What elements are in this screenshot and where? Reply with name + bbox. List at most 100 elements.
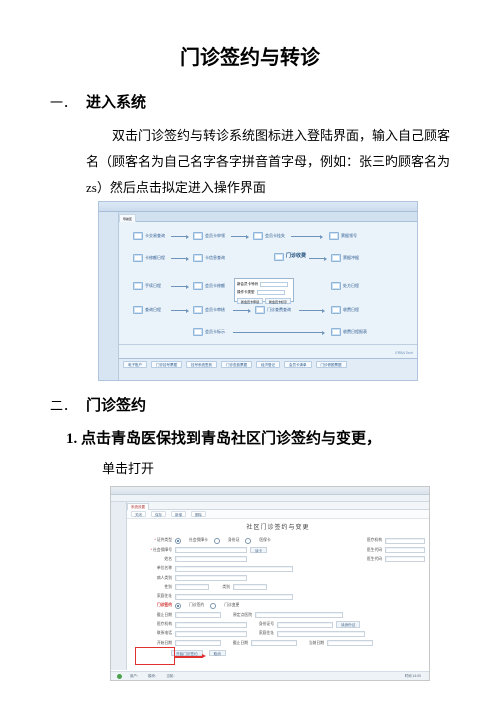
- fbtn-card-list[interactable]: 会员卡清单: [284, 361, 312, 368]
- radio-change[interactable]: [210, 603, 216, 609]
- s2-left-panel: [111, 502, 127, 670]
- inp-addr2[interactable]: [277, 631, 365, 637]
- toolbar-save[interactable]: 保存: [151, 511, 166, 517]
- popup-btn-mark[interactable]: 新会员卡标示: [265, 298, 291, 304]
- arrow-icon: [171, 286, 187, 287]
- inp-curr[interactable]: [327, 640, 373, 646]
- node-outpatient-fee[interactable]: 门诊收费: [274, 252, 306, 261]
- s1-titlebar: [99, 202, 417, 212]
- inp-start[interactable]: [175, 640, 221, 646]
- inp-doccode[interactable]: [385, 547, 425, 553]
- form-title: 社区门诊签约与变更: [131, 523, 425, 534]
- lab-unit: 单位名称: [131, 565, 175, 572]
- inp-name[interactable]: [175, 556, 247, 562]
- status-time: 时间 14:00: [405, 673, 421, 679]
- inp-idno[interactable]: [277, 622, 333, 628]
- fbtn-econ-reg[interactable]: 经济登记: [256, 361, 280, 368]
- section-1-body: 双击门诊签约与转诊系统图标进入登陆界面，输入自己顾客名（顾客名为自己名字各字拼音…: [86, 123, 450, 201]
- toolbar-close[interactable]: 关闭: [131, 511, 146, 517]
- lab-addr2: 家庭住址: [247, 630, 277, 637]
- inp-instcode[interactable]: [385, 538, 425, 544]
- fbtn-reg-ticket[interactable]: 门诊挂号票据: [151, 361, 182, 368]
- node-fee-query[interactable]: 门诊查费查询: [255, 306, 291, 314]
- node-card-loss[interactable]: 会员卡挂失: [253, 232, 285, 240]
- node-proc-log[interactable]: 手续日程: [133, 282, 161, 290]
- section-1-heading: 一． 进入系统: [50, 90, 450, 117]
- arrow-icon: [231, 236, 247, 237]
- node-card-limit-log[interactable]: 卡修额日程: [133, 254, 165, 262]
- inp-doccode2[interactable]: [385, 556, 425, 562]
- btn-readcard[interactable]: 读卡: [250, 547, 267, 554]
- printer-icon: [329, 232, 339, 240]
- inp-category[interactable]: [233, 584, 267, 590]
- node-rx-log[interactable]: 处方日程: [331, 282, 359, 290]
- radio-sscard-label: 社会保障卡: [189, 537, 208, 544]
- lab-opts: 门诊签约: [131, 602, 175, 609]
- node-card-limit[interactable]: 会员卡修额: [193, 282, 225, 290]
- document-icon: [133, 254, 143, 262]
- document-icon: [193, 254, 203, 262]
- popup-btn-apply[interactable]: 新会员卡申领: [237, 298, 263, 304]
- popup-input-cardtype[interactable]: [257, 290, 285, 295]
- section-1-title: 进入系统: [86, 90, 146, 117]
- lab-exp: 截止日期: [131, 612, 175, 619]
- popup-input-cardno[interactable]: [260, 282, 288, 287]
- inp-phone[interactable]: [175, 631, 247, 637]
- document-icon: [193, 306, 203, 314]
- toolbar-delete[interactable]: 删除: [191, 511, 206, 517]
- btn-cancel[interactable]: 取消: [209, 650, 226, 657]
- radio-sscard[interactable]: [175, 538, 181, 544]
- section-2-item-1b: 单击打开: [102, 457, 450, 480]
- btn-readid[interactable]: 读身份证: [336, 621, 360, 628]
- screenshot-2: 系统设置 关闭 保存 新增 删除 社区门诊签约与变更 *证件类型 社会保障卡 身…: [110, 486, 450, 681]
- fbtn-limit-ticket[interactable]: 门诊修额票据: [316, 361, 347, 368]
- report-icon: [331, 328, 341, 336]
- node-card-apply[interactable]: 会员卡申领: [193, 232, 225, 240]
- inp-orig[interactable]: [255, 612, 343, 618]
- node-card-info[interactable]: 卡信息查询: [193, 254, 225, 262]
- fbtn-checkin[interactable]: 挂号系统签到: [186, 361, 217, 368]
- node-ticket-get[interactable]: 票据领号: [329, 232, 357, 240]
- arrow-icon: [171, 258, 187, 259]
- node-query-log[interactable]: 查询日程: [133, 306, 161, 314]
- s1-tabstrip: 导航区: [119, 212, 417, 222]
- node-card-audit[interactable]: 会员卡审核: [193, 306, 225, 314]
- inp-ptype[interactable]: [175, 575, 247, 581]
- s2-titlebar: [111, 487, 429, 495]
- inp-exp2[interactable]: [251, 640, 297, 646]
- lab-orig: 原定点医院: [221, 612, 255, 619]
- radio-sign[interactable]: [175, 603, 181, 609]
- node-ticket-flush[interactable]: 票据冲据: [331, 254, 359, 262]
- fbtn-fee-ticket[interactable]: 门诊查费票据: [221, 361, 252, 368]
- inp-inst[interactable]: [175, 622, 247, 628]
- inp-ssno[interactable]: [175, 547, 247, 553]
- inp-addr[interactable]: [175, 594, 293, 600]
- lab-doccode: 医生代码: [355, 547, 385, 554]
- fbtn-eaccount[interactable]: 电子账户: [123, 361, 147, 368]
- s1-tab-nav[interactable]: 导航区: [119, 214, 136, 222]
- lab-ptype: 病人类别: [131, 575, 175, 582]
- lab-idtype: *证件类型: [131, 537, 175, 544]
- inp-exp[interactable]: [175, 612, 221, 618]
- lab-sex: 性别: [131, 584, 175, 591]
- lab-phone: 联系电话: [131, 630, 175, 637]
- lab-start: 开始日期: [131, 640, 175, 647]
- node-fee-log[interactable]: 收费日程: [331, 306, 359, 314]
- btn-start-sign[interactable]: 开始门诊签约: [171, 650, 203, 657]
- s2-tab-settings[interactable]: 系统设置: [127, 503, 149, 510]
- money-icon: [274, 253, 284, 261]
- lab-category: 类别: [209, 584, 233, 591]
- radio-medcard[interactable]: [245, 538, 251, 544]
- inp-sex[interactable]: [175, 584, 209, 590]
- radio-sign-label: 门诊签约: [189, 602, 204, 609]
- document-icon: [133, 282, 143, 290]
- node-card-mark[interactable]: 会员卡标示: [193, 328, 225, 336]
- node-fee-report[interactable]: 收费日程报表: [331, 328, 367, 336]
- document-icon: [253, 232, 263, 240]
- node-card-query[interactable]: 卡交易查询: [133, 232, 165, 240]
- inp-unit[interactable]: [175, 566, 293, 572]
- radio-idcard[interactable]: [214, 538, 220, 544]
- arrow-icon: [171, 310, 187, 311]
- section-1-number: 一．: [50, 91, 86, 114]
- toolbar-new[interactable]: 新增: [171, 511, 186, 517]
